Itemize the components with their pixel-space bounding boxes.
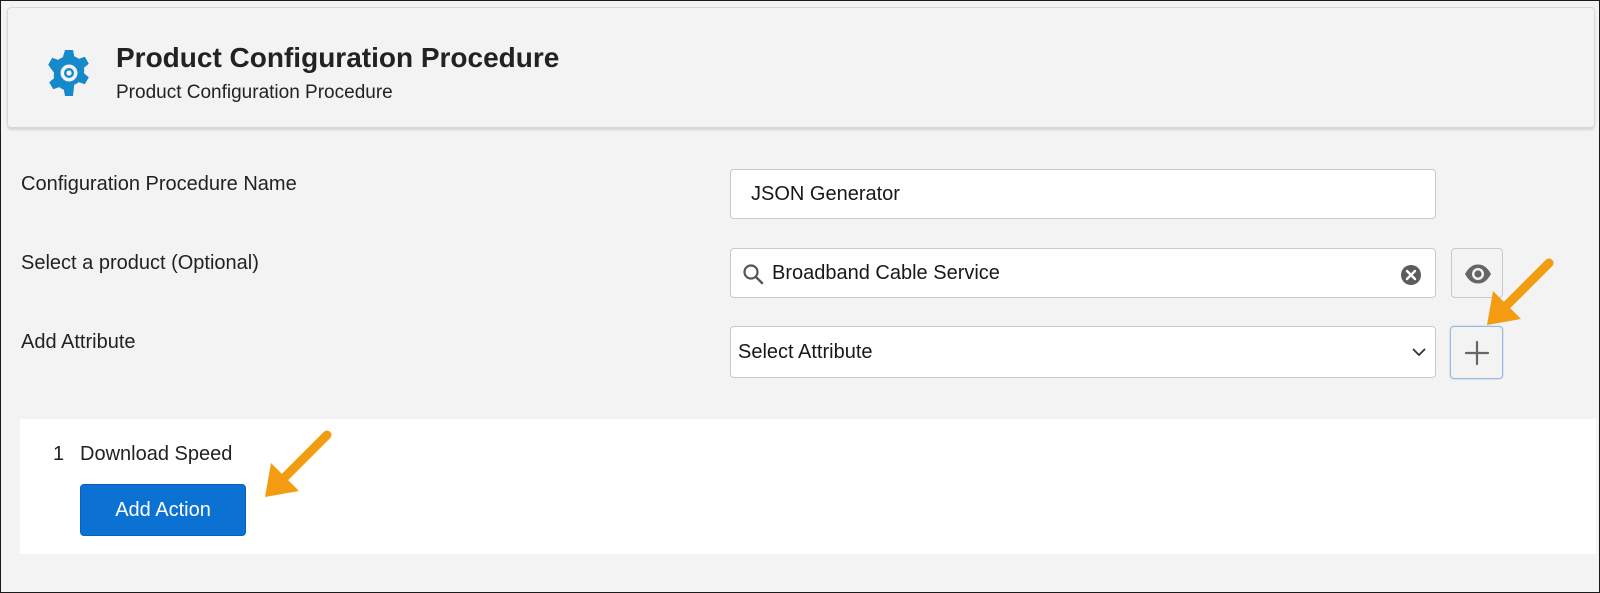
view-product-button[interactable] bbox=[1451, 248, 1503, 298]
procedure-name-label: Configuration Procedure Name bbox=[21, 173, 297, 195]
eye-icon bbox=[1465, 264, 1491, 284]
procedure-name-input[interactable] bbox=[751, 170, 1411, 218]
configuration-form: Configuration Procedure Name Select a pr… bbox=[7, 155, 1595, 419]
search-icon bbox=[743, 264, 764, 285]
attribute-list: 1 Download Speed Add Action bbox=[20, 419, 1596, 554]
product-label: Select a product (Optional) bbox=[21, 252, 259, 274]
attribute-index: 1 bbox=[53, 443, 65, 465]
page-header: Product Configuration Procedure Product … bbox=[7, 7, 1595, 128]
add-attribute-label: Add Attribute bbox=[21, 331, 136, 353]
page-subtitle: Product Configuration Procedure bbox=[116, 82, 393, 103]
attribute-name: Download Speed bbox=[80, 443, 233, 465]
page-title: Product Configuration Procedure bbox=[116, 42, 560, 73]
attribute-select-value: Select Attribute bbox=[738, 341, 873, 363]
clear-icon[interactable] bbox=[1400, 264, 1422, 286]
plus-icon bbox=[1464, 340, 1490, 366]
add-attribute-button[interactable] bbox=[1450, 326, 1503, 379]
gear-icon bbox=[48, 50, 89, 96]
product-lookup-input[interactable] bbox=[772, 249, 1372, 297]
app-frame: Product Configuration Procedure Product … bbox=[0, 0, 1600, 593]
add-action-button[interactable]: Add Action bbox=[80, 484, 246, 536]
procedure-name-field-wrapper bbox=[730, 169, 1436, 219]
product-lookup-wrapper bbox=[730, 248, 1436, 298]
attribute-select[interactable]: Select Attribute bbox=[730, 326, 1436, 378]
chevron-down-icon bbox=[1412, 348, 1426, 356]
